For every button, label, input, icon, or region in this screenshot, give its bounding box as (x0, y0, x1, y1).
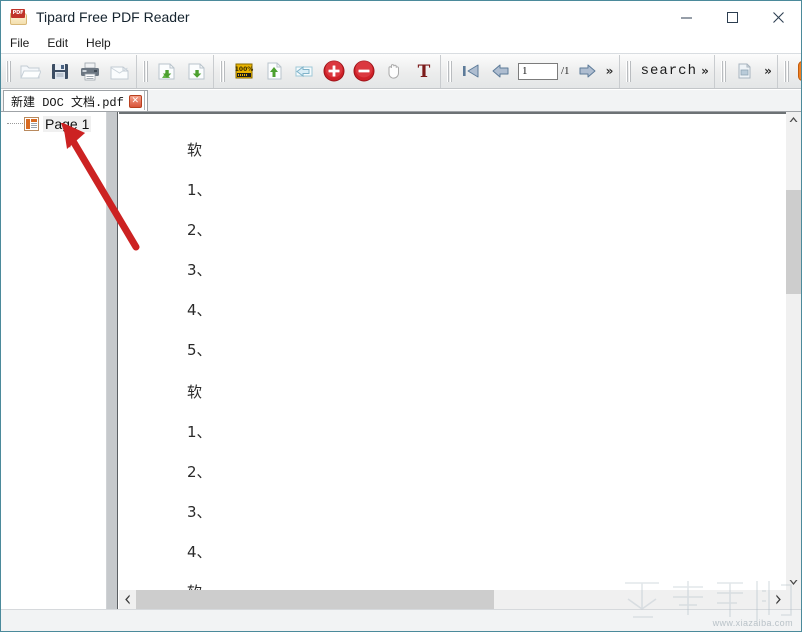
document-viewer[interactable]: 软 1、 2、 3、 4、 5、 软 1、 2、 3、 4、 软 (119, 112, 786, 590)
search-input[interactable]: search (635, 63, 697, 79)
previous-page-icon[interactable] (486, 57, 516, 86)
window-title: Tipard Free PDF Reader (36, 9, 190, 25)
sidebar-item-label: Page 1 (43, 116, 92, 132)
toolbar-grip-search[interactable] (624, 60, 633, 83)
toolbar-grip-file[interactable] (4, 60, 13, 83)
page-thumbnail-icon (24, 117, 39, 131)
text-select-icon[interactable]: T (409, 57, 439, 86)
horizontal-scrollbar[interactable] (119, 590, 786, 609)
sidebar-item-page-1[interactable]: Page 1 (1, 115, 106, 133)
vertical-scroll-thumb[interactable] (786, 190, 801, 294)
toolbar-grip-snapshot[interactable] (719, 60, 728, 83)
pdf-folder-icon: PDF (10, 9, 28, 25)
document-line: 2、 (187, 221, 212, 239)
page-number-input[interactable] (518, 62, 558, 80)
zoom-in-icon[interactable] (319, 57, 349, 86)
tree-connector (7, 123, 23, 125)
document-line: 3、 (187, 503, 212, 521)
tab-close-icon[interactable]: ✕ (128, 94, 142, 108)
scroll-right-icon[interactable] (770, 590, 786, 609)
document-line: 1、 (187, 423, 212, 441)
toolbar-grip-convert[interactable] (141, 60, 150, 83)
document-line: 软 (187, 141, 203, 159)
panel-splitter[interactable] (107, 112, 118, 609)
document-line: 5、 (187, 341, 212, 359)
pdf-page-1: 软 1、 2、 3、 4、 5、 软 1、 2、 3、 4、 软 (119, 114, 786, 590)
menu-bar: File Edit Help (1, 33, 801, 54)
tipard-brand-icon[interactable]: i (793, 57, 801, 86)
icon-badge-label: PDF (11, 9, 25, 18)
scroll-left-icon[interactable] (119, 590, 135, 609)
toolbar: 100% T 1 /1 » search » » (1, 54, 801, 89)
menu-edit[interactable]: Edit (38, 34, 77, 52)
scroll-up-icon[interactable] (786, 112, 801, 127)
toolbar-separator-5 (713, 54, 715, 88)
svg-text:100%: 100% (235, 66, 254, 73)
watermark-url: www.xiazaiba.com (712, 618, 793, 628)
vertical-scrollbar[interactable] (786, 112, 801, 590)
snapshot-icon[interactable] (730, 57, 760, 86)
toolbar-grip-brand[interactable] (782, 60, 791, 83)
menu-help[interactable]: Help (77, 34, 120, 52)
save-icon[interactable] (45, 57, 75, 86)
title-bar: PDF Tipard Free PDF Reader (1, 1, 801, 33)
nav-overflow-chevron[interactable]: » (602, 57, 618, 86)
toolbar-separator-6 (776, 54, 778, 88)
first-page-icon[interactable] (456, 57, 486, 86)
hand-tool-icon[interactable] (379, 57, 409, 86)
application-window: PDF Tipard Free PDF Reader File Edit Hel… (0, 0, 802, 632)
maximize-button[interactable] (709, 1, 755, 33)
toolbar-separator-3 (440, 54, 441, 88)
document-line: 2、 (187, 463, 212, 481)
open-icon[interactable] (15, 57, 45, 86)
scroll-down-icon[interactable] (786, 575, 801, 590)
page-total-label: /1 (561, 65, 570, 77)
document-line: 4、 (187, 543, 212, 561)
next-page-icon[interactable] (572, 57, 602, 86)
status-bar (1, 609, 801, 631)
minimize-button[interactable] (663, 1, 709, 33)
toolbar-separator-4 (618, 54, 620, 88)
snapshot-overflow-chevron[interactable]: » (760, 57, 776, 86)
tab-strip-divider (144, 91, 145, 110)
email-icon[interactable] (105, 57, 135, 86)
scrollbar-corner (786, 590, 801, 609)
document-tab-strip: 新建 DOC 文档.pdf ✕ (1, 90, 801, 112)
toolbar-separator-2 (213, 54, 214, 88)
toolbar-grip-nav[interactable] (445, 60, 454, 83)
svg-text:T: T (418, 62, 431, 81)
horizontal-scroll-thumb[interactable] (136, 590, 494, 609)
close-button[interactable] (755, 1, 801, 33)
search-overflow-chevron[interactable]: » (697, 57, 713, 86)
print-icon[interactable] (75, 57, 105, 86)
document-line: 3、 (187, 261, 212, 279)
page-tree-panel: Page 1 (1, 112, 107, 609)
menu-file[interactable]: File (1, 34, 38, 52)
fit-page-icon[interactable] (259, 57, 289, 86)
fit-width-icon[interactable] (289, 57, 319, 86)
document-line: 软 (187, 383, 203, 401)
document-line: 4、 (187, 301, 212, 319)
window-controls (663, 1, 801, 33)
zoom-out-icon[interactable] (349, 57, 379, 86)
document-line: 1、 (187, 181, 212, 199)
export-text-icon[interactable] (182, 57, 212, 86)
document-tab-label: 新建 DOC 文档.pdf (11, 95, 124, 110)
export-image-icon[interactable] (152, 57, 182, 86)
zoom-100-icon[interactable]: 100% (229, 57, 259, 86)
toolbar-grip-view[interactable] (218, 60, 227, 83)
document-tab[interactable]: 新建 DOC 文档.pdf ✕ (3, 90, 148, 111)
toolbar-separator-1 (136, 54, 137, 88)
